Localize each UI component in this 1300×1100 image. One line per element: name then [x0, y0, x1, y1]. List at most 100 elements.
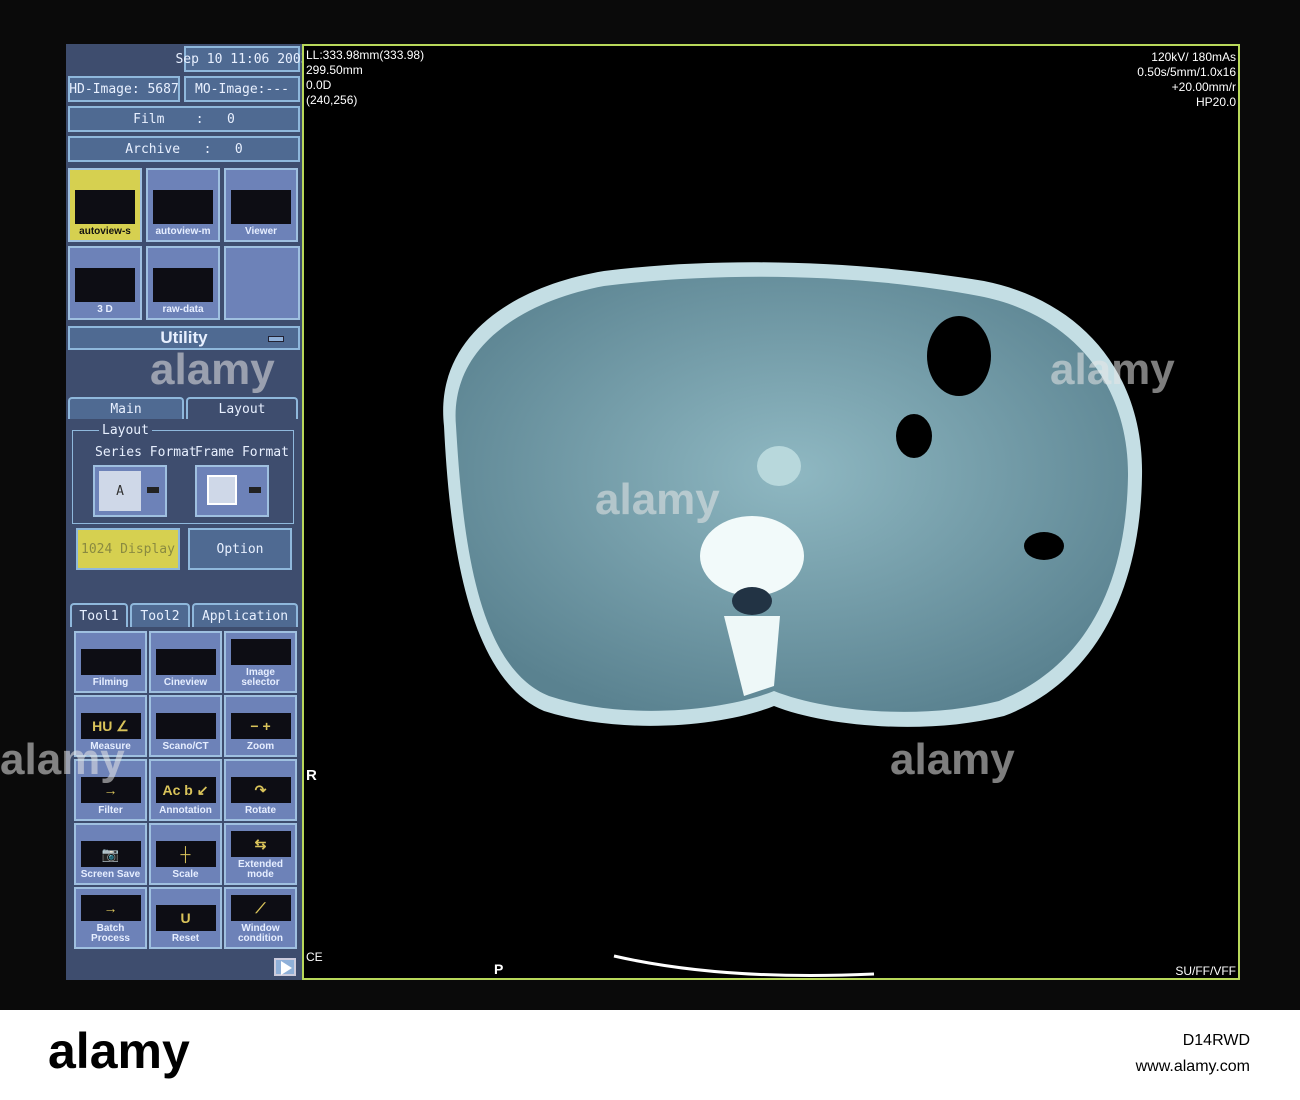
- frame-format-select[interactable]: [195, 465, 269, 517]
- tool-label: Image selector: [241, 667, 280, 688]
- tool-label: Filter: [98, 805, 123, 816]
- tool-rotate[interactable]: ↷ Rotate: [224, 759, 297, 821]
- watermark: alamy: [150, 345, 275, 394]
- tool-label: Scale: [172, 869, 199, 880]
- app-autoview-s[interactable]: autoview-s: [68, 168, 142, 242]
- tool-screen-save[interactable]: 📷 Screen Save: [74, 823, 147, 885]
- batch-icon: →: [80, 895, 141, 921]
- ct-gas-pocket: [896, 414, 932, 458]
- sidebar: Sep 10 11:06 2003 HD-Image: 5687 MO-Imag…: [66, 44, 309, 980]
- minimize-icon[interactable]: [268, 336, 284, 342]
- tab-main[interactable]: Main: [68, 397, 184, 419]
- watermark: alamy: [1050, 345, 1175, 394]
- archive-count: Archive : 0: [68, 136, 300, 162]
- alamy-url: www.alamy.com: [1135, 1058, 1250, 1075]
- rotate-icon: ↷: [230, 777, 291, 803]
- tool-annotation[interactable]: Ac b ↙ Annotation: [149, 759, 222, 821]
- tool-label: Zoom: [246, 741, 275, 752]
- app-autoview-m[interactable]: autoview-m: [146, 168, 220, 242]
- scale-icon: ┼: [155, 841, 216, 867]
- camera-icon: 📷: [80, 841, 141, 867]
- ct-spinal-canal: [732, 587, 772, 615]
- tool-label: Reset: [171, 933, 200, 944]
- tool-label: Annotation: [159, 805, 212, 816]
- tool-label: Batch Process: [91, 923, 130, 944]
- play-icon: [281, 961, 292, 975]
- tool-scale[interactable]: ┼ Scale: [149, 823, 222, 885]
- watermark: alamy: [890, 735, 1015, 784]
- dropdown-icon: [249, 487, 261, 493]
- tab-tool1[interactable]: Tool1: [70, 603, 128, 627]
- app-viewer[interactable]: Viewer: [224, 168, 298, 242]
- app-thumbnail-icon: [75, 190, 135, 224]
- layout-group: Layout Series Format Frame Format A: [72, 423, 294, 524]
- image-selector-icon: [230, 639, 291, 665]
- tool-zoom[interactable]: − + Zoom: [224, 695, 297, 757]
- app-thumbnail-icon: [231, 190, 291, 224]
- ct-body-interior: [455, 276, 1129, 712]
- filming-icon: [80, 649, 141, 675]
- tool-label: Filming: [92, 677, 129, 688]
- series-format-label: Series Format: [95, 445, 197, 460]
- watermark: alamy: [595, 475, 720, 524]
- datetime: Sep 10 11:06 2003: [175, 46, 309, 72]
- stock-id: D14RWD: [1182, 1032, 1250, 1049]
- image-viewport[interactable]: LL:333.98mm(333.98) 299.50mm 0.0D (240,2…: [302, 44, 1240, 980]
- app-label: Viewer: [244, 226, 278, 237]
- app-label: autoview-m: [155, 226, 211, 237]
- layout-group-label: Layout: [99, 423, 152, 438]
- tool-window-condition[interactable]: ⟋ Window condition: [224, 887, 297, 949]
- frame-format-label: Frame Format: [195, 445, 289, 460]
- extended-icon: ⇆: [230, 831, 291, 857]
- empty-app-slot: [224, 246, 300, 320]
- tool-label: Extended mode: [237, 859, 283, 880]
- 1024-display-button[interactable]: 1024 Display: [76, 528, 180, 570]
- next-page-button[interactable]: [274, 958, 296, 976]
- ct-gas-pocket: [927, 316, 991, 396]
- tab-layout[interactable]: Layout: [186, 397, 298, 419]
- app-label: 3 D: [97, 304, 113, 315]
- tool-label: Screen Save: [80, 869, 141, 880]
- alamy-logo: alamy: [48, 1023, 190, 1079]
- tool-extended-mode[interactable]: ⇆ Extended mode: [224, 823, 297, 885]
- app-label: autoview-s: [79, 226, 131, 237]
- ct-table-arc: [613, 954, 875, 978]
- tab-application[interactable]: Application: [192, 603, 298, 627]
- window-icon: ⟋: [230, 895, 291, 921]
- tool-label: Cineview: [163, 677, 208, 688]
- cineview-icon: [155, 649, 216, 675]
- tool-label: Window condition: [238, 923, 283, 944]
- app-label: raw-data: [162, 304, 204, 315]
- ct-gas-pocket: [1024, 532, 1064, 560]
- tool-image-selector[interactable]: Image selector: [224, 631, 297, 693]
- film-count: Film : 0: [68, 106, 300, 132]
- frame-format-preview: [207, 475, 237, 505]
- app-raw-data[interactable]: raw-data: [146, 246, 220, 320]
- tool-reset[interactable]: U Reset: [149, 887, 222, 949]
- zoom-icon: − +: [230, 713, 291, 739]
- app-thumbnail-icon: [75, 268, 135, 302]
- dropdown-icon: [147, 487, 159, 493]
- tool-filming[interactable]: Filming: [74, 631, 147, 693]
- series-format-select[interactable]: A: [93, 465, 167, 517]
- stock-footer: alamy D14RWD www.alamy.com: [0, 1010, 1300, 1100]
- app-3d[interactable]: 3 D: [68, 246, 142, 320]
- tab-tool2[interactable]: Tool2: [130, 603, 190, 627]
- reset-icon: U: [155, 905, 216, 931]
- tool-label: Scano/CT: [162, 741, 209, 752]
- watermark: alamy: [0, 735, 125, 784]
- tool-label: Rotate: [244, 805, 277, 816]
- ct-vertebra: [700, 516, 804, 596]
- series-format-preview: A: [99, 471, 141, 511]
- annotation-icon: Ac b ↙: [155, 777, 216, 803]
- ct-scan-image: [443, 262, 1143, 978]
- tool-cineview[interactable]: Cineview: [149, 631, 222, 693]
- option-button[interactable]: Option: [188, 528, 292, 570]
- app-thumbnail-icon: [153, 190, 213, 224]
- mo-image-count: MO-Image:---: [184, 76, 300, 102]
- tool-batch-process[interactable]: → Batch Process: [74, 887, 147, 949]
- app-thumbnail-icon: [153, 268, 213, 302]
- tool-scano-ct[interactable]: Scano/CT: [149, 695, 222, 757]
- hd-image-count: HD-Image: 5687: [68, 76, 180, 102]
- scano-icon: [155, 713, 216, 739]
